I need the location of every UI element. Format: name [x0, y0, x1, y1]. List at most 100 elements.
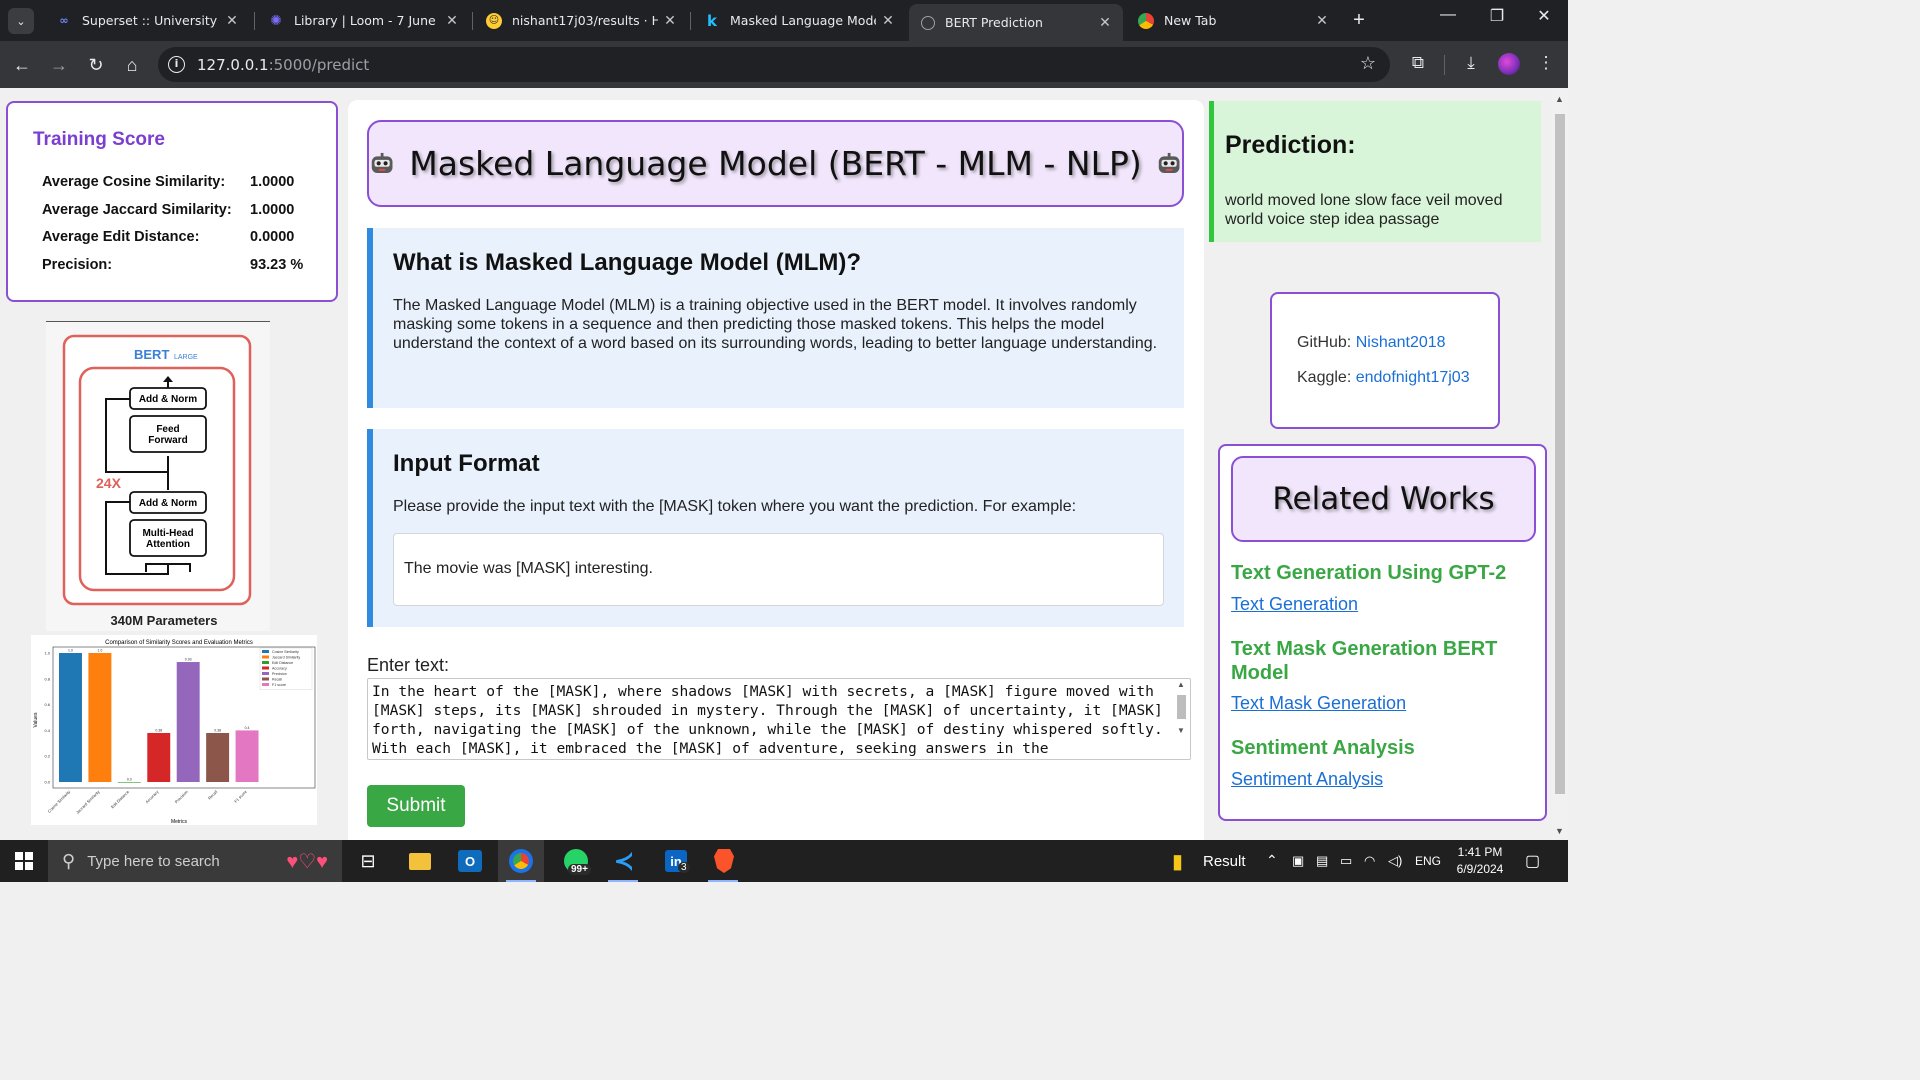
folder-icon	[409, 852, 431, 870]
system-clock[interactable]: 1:41 PM 6/9/2024	[1448, 844, 1512, 878]
scroll-thumb[interactable]	[1555, 114, 1565, 794]
profile-avatar[interactable]	[1498, 53, 1520, 75]
chart-title: Comparison of Similarity Scores and Eval…	[105, 640, 253, 646]
close-icon[interactable]: ✕	[876, 13, 900, 29]
close-icon[interactable]: ✕	[658, 13, 682, 29]
y-tick-label: 1.0	[44, 651, 50, 656]
prediction-text: world moved lone slow face veil moved wo…	[1225, 192, 1503, 228]
home-button[interactable]: ⌂	[119, 52, 145, 78]
legend-label: F1 score	[272, 683, 286, 687]
y-tick-label: 0.0	[44, 780, 50, 785]
power-bi-icon[interactable]: ▮	[1172, 849, 1183, 874]
github-link[interactable]: Nishant2018	[1356, 334, 1446, 351]
tab-label: Masked Language Model |	[730, 13, 876, 28]
related-work-link[interactable]: Text Generation	[1231, 594, 1358, 615]
forward-button[interactable]: →	[46, 52, 72, 78]
x-tick-label: Accuracy	[144, 789, 159, 804]
attention-label: Attention	[146, 539, 190, 550]
textarea-scrollbar[interactable]: ▲ ▼	[1174, 680, 1189, 758]
site-info-icon[interactable]: i	[168, 56, 185, 73]
submit-button[interactable]: Submit	[367, 785, 465, 827]
address-bar[interactable]: i 127.0.0.1:5000/predict ☆	[158, 47, 1390, 82]
back-button[interactable]: ←	[9, 52, 35, 78]
minimize-icon: —	[1440, 6, 1456, 23]
scroll-up-icon[interactable]: ▲	[1555, 94, 1564, 104]
tab-bert-prediction[interactable]: BERT Prediction ✕	[909, 4, 1123, 41]
legend-swatch	[262, 650, 269, 653]
close-icon[interactable]: ✕	[220, 13, 244, 29]
battery-icon[interactable]: ▭	[1340, 853, 1352, 869]
close-icon[interactable]: ✕	[1310, 13, 1334, 29]
task-view-button[interactable]: ⊟	[350, 840, 386, 882]
tab-loom[interactable]: ✺ Library | Loom - 7 June 202 ✕	[256, 4, 470, 37]
chart-bar	[147, 732, 171, 782]
close-window-button[interactable]: ✕	[1522, 6, 1566, 26]
scroll-up-icon[interactable]: ▲	[1177, 680, 1185, 689]
tab-kaggle[interactable]: k Masked Language Model | ✕	[692, 4, 906, 37]
bookmark-star-icon[interactable]: ☆	[1360, 53, 1376, 74]
legend-label: Recall	[272, 678, 282, 682]
page-scrollbar[interactable]: ▲ ▼	[1552, 88, 1568, 840]
training-score-card: Training Score Average Cosine Similarity…	[6, 101, 338, 302]
related-work-link[interactable]: Text Mask Generation	[1231, 693, 1406, 714]
tab-superset[interactable]: ∞ Superset :: University Recru ✕	[44, 4, 250, 37]
outlook-button[interactable]: O	[450, 840, 490, 882]
y-tick-label: 0.2	[44, 754, 50, 759]
chart-bar	[59, 653, 82, 782]
new-tab-button[interactable]: +	[1348, 8, 1370, 32]
reload-button[interactable]: ↻	[83, 52, 109, 78]
windows-taskbar: ⚲ Type here to search ♥♡♥ ⊟ O 99+ ≺ in 3…	[0, 840, 1568, 882]
result-label[interactable]: Result	[1203, 853, 1246, 870]
kaggle-link[interactable]: endofnight17j03	[1356, 369, 1470, 386]
bar-data-label: 0.0	[127, 778, 132, 782]
tab-search-button[interactable]: ⌄	[8, 8, 34, 34]
more-menu-icon[interactable]: ⋮	[1533, 53, 1559, 73]
linkedin-button[interactable]: in 3	[654, 840, 698, 882]
tab-new-tab[interactable]: New Tab ✕	[1126, 4, 1340, 37]
restore-button[interactable]: ❐	[1475, 6, 1519, 26]
taskbar-search-box[interactable]: ⚲ Type here to search ♥♡♥	[48, 840, 342, 882]
plus-icon: +	[1353, 9, 1365, 31]
extensions-icon[interactable]: ⧉	[1405, 53, 1431, 73]
vscode-button[interactable]: ≺	[604, 840, 644, 882]
close-icon: ✕	[1537, 8, 1551, 25]
score-value: 0.0000	[250, 229, 295, 245]
whatsapp-button[interactable]: 99+	[552, 840, 600, 882]
meet-icon[interactable]: ▤	[1316, 853, 1328, 869]
close-icon[interactable]: ✕	[1093, 15, 1117, 31]
brave-icon	[714, 849, 734, 873]
legend-label: Precision	[272, 672, 287, 676]
profile-links-card: GitHub: Nishant2018 Kaggle: endofnight17…	[1270, 292, 1500, 429]
close-icon[interactable]: ✕	[440, 13, 464, 29]
related-work-link[interactable]: Sentiment Analysis	[1231, 769, 1383, 790]
language-indicator[interactable]: ENG	[1415, 854, 1441, 868]
wifi-icon[interactable]: ◠	[1364, 853, 1375, 869]
minimize-button[interactable]: —	[1426, 6, 1470, 24]
download-icon[interactable]: ⤓	[1458, 53, 1484, 73]
legend-label: Jaccard Similarity	[272, 656, 300, 660]
legend-label: Accuracy	[272, 667, 287, 671]
chevron-up-icon[interactable]: ⌃	[1266, 852, 1278, 869]
bar-data-label: 0.38	[214, 728, 221, 732]
scroll-down-icon[interactable]: ▼	[1177, 726, 1185, 735]
kaggle-icon: k	[707, 11, 717, 30]
tab-bar: ⌄ ∞ Superset :: University Recru ✕ ✺ Lib…	[0, 0, 1568, 41]
mlm-description-section: What is Masked Language Model (MLM)? The…	[367, 228, 1184, 408]
notification-badge: 99+	[568, 864, 591, 875]
text-input[interactable]: In the heart of the [MASK], where shadow…	[367, 678, 1191, 760]
arrow-right-icon: →	[50, 55, 68, 75]
file-explorer-button[interactable]	[400, 840, 440, 882]
start-button[interactable]	[0, 840, 48, 882]
device-icon[interactable]: ▣	[1292, 853, 1304, 869]
scroll-down-icon[interactable]: ▼	[1555, 826, 1564, 836]
tab-label: New Tab	[1164, 13, 1217, 28]
tab-huggingface[interactable]: ☺ nishant17j03/results · Hugg ✕	[474, 4, 688, 37]
scroll-thumb[interactable]	[1177, 695, 1186, 719]
chrome-taskbar-button[interactable]	[498, 840, 544, 882]
page-title-banner: Masked Language Model (BERT - MLM - NLP)	[367, 120, 1184, 207]
notifications-icon[interactable]: ▢	[1525, 851, 1540, 871]
prediction-panel: Prediction: world moved lone slow face v…	[1209, 101, 1541, 242]
running-app-indicator	[708, 880, 738, 882]
volume-icon[interactable]: ◁)	[1388, 853, 1402, 869]
brave-button[interactable]	[704, 840, 744, 882]
